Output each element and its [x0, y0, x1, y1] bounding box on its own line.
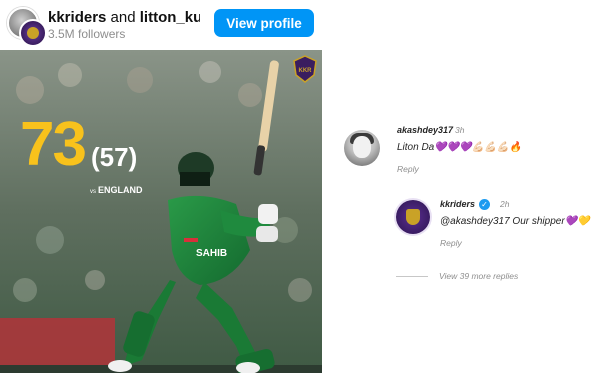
reply-time: 2h: [500, 199, 510, 209]
vs-label: vs: [90, 189, 96, 195]
reply-reply-button[interactable]: Reply: [440, 238, 462, 248]
avatar-face: [353, 136, 371, 158]
svg-text:KKR: KKR: [299, 68, 313, 74]
kkr-logo-icon: KKR: [292, 55, 318, 83]
commenter-avatar[interactable]: [344, 130, 380, 166]
post-illustration: SAHIB: [0, 50, 322, 373]
kkr-avatar[interactable]: [19, 19, 47, 47]
replies-divider: [396, 276, 428, 277]
kkr-crest-icon: [406, 209, 420, 225]
jersey-sponsor-text: SAHIB: [196, 248, 227, 259]
author-primary[interactable]: kkriders: [48, 9, 106, 26]
comment-time: 3h: [455, 125, 465, 135]
view-more-replies-link[interactable]: View 39 more replies: [439, 271, 518, 281]
comment-username[interactable]: akashdey317: [397, 125, 453, 135]
follower-count: 3.5M followers: [48, 27, 126, 41]
author-connector: and: [110, 9, 136, 26]
opponent-label: vs ENGLAND: [90, 185, 143, 195]
post-header: kkriders and litton_kumer 3.5M followers…: [0, 0, 609, 47]
kkr-crest-icon: [27, 27, 39, 39]
verified-badge-icon: ✓: [479, 199, 490, 210]
runs-score: 73: [20, 110, 87, 179]
opponent-name: ENGLAND: [98, 185, 143, 195]
balls-faced: (57): [91, 142, 138, 172]
collab-avatars[interactable]: [7, 7, 47, 47]
comment-text: Liton Da💜💜💜💪🏻💪🏻💪🏻🔥: [397, 142, 522, 153]
kkr-reply-avatar[interactable]: [396, 200, 430, 234]
reply-text: @akashdey317 Our shipper💜💛: [440, 216, 590, 227]
post-image[interactable]: SAHIB KKR 73 (57) vs ENGLAND: [0, 50, 322, 373]
reply-username[interactable]: kkriders: [440, 199, 475, 209]
comment-reply-button[interactable]: Reply: [397, 164, 419, 174]
view-profile-button[interactable]: View profile: [214, 9, 314, 37]
post-authors[interactable]: kkriders and litton_kumer: [48, 9, 200, 26]
author-secondary[interactable]: litton_kumer: [140, 9, 200, 26]
